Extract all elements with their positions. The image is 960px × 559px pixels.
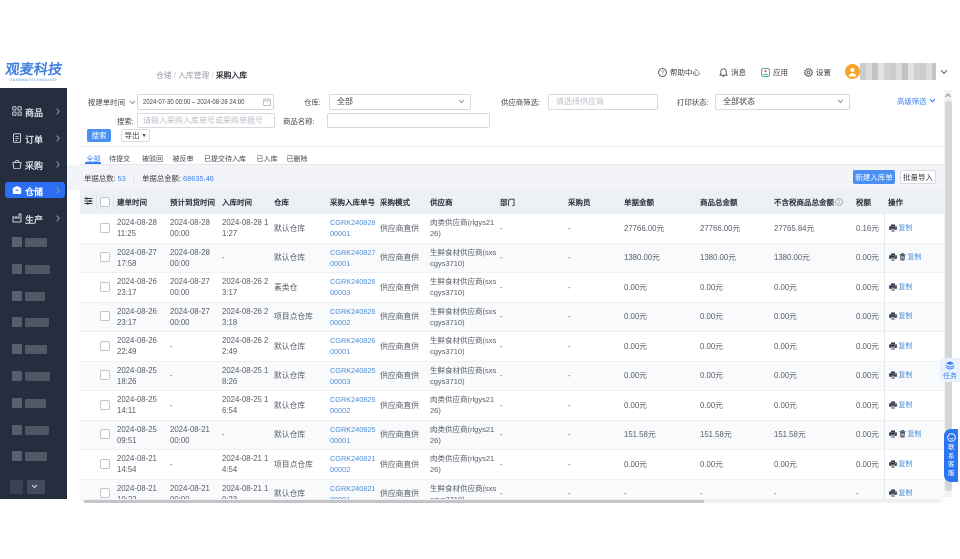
- svg-text:?: ?: [661, 71, 664, 77]
